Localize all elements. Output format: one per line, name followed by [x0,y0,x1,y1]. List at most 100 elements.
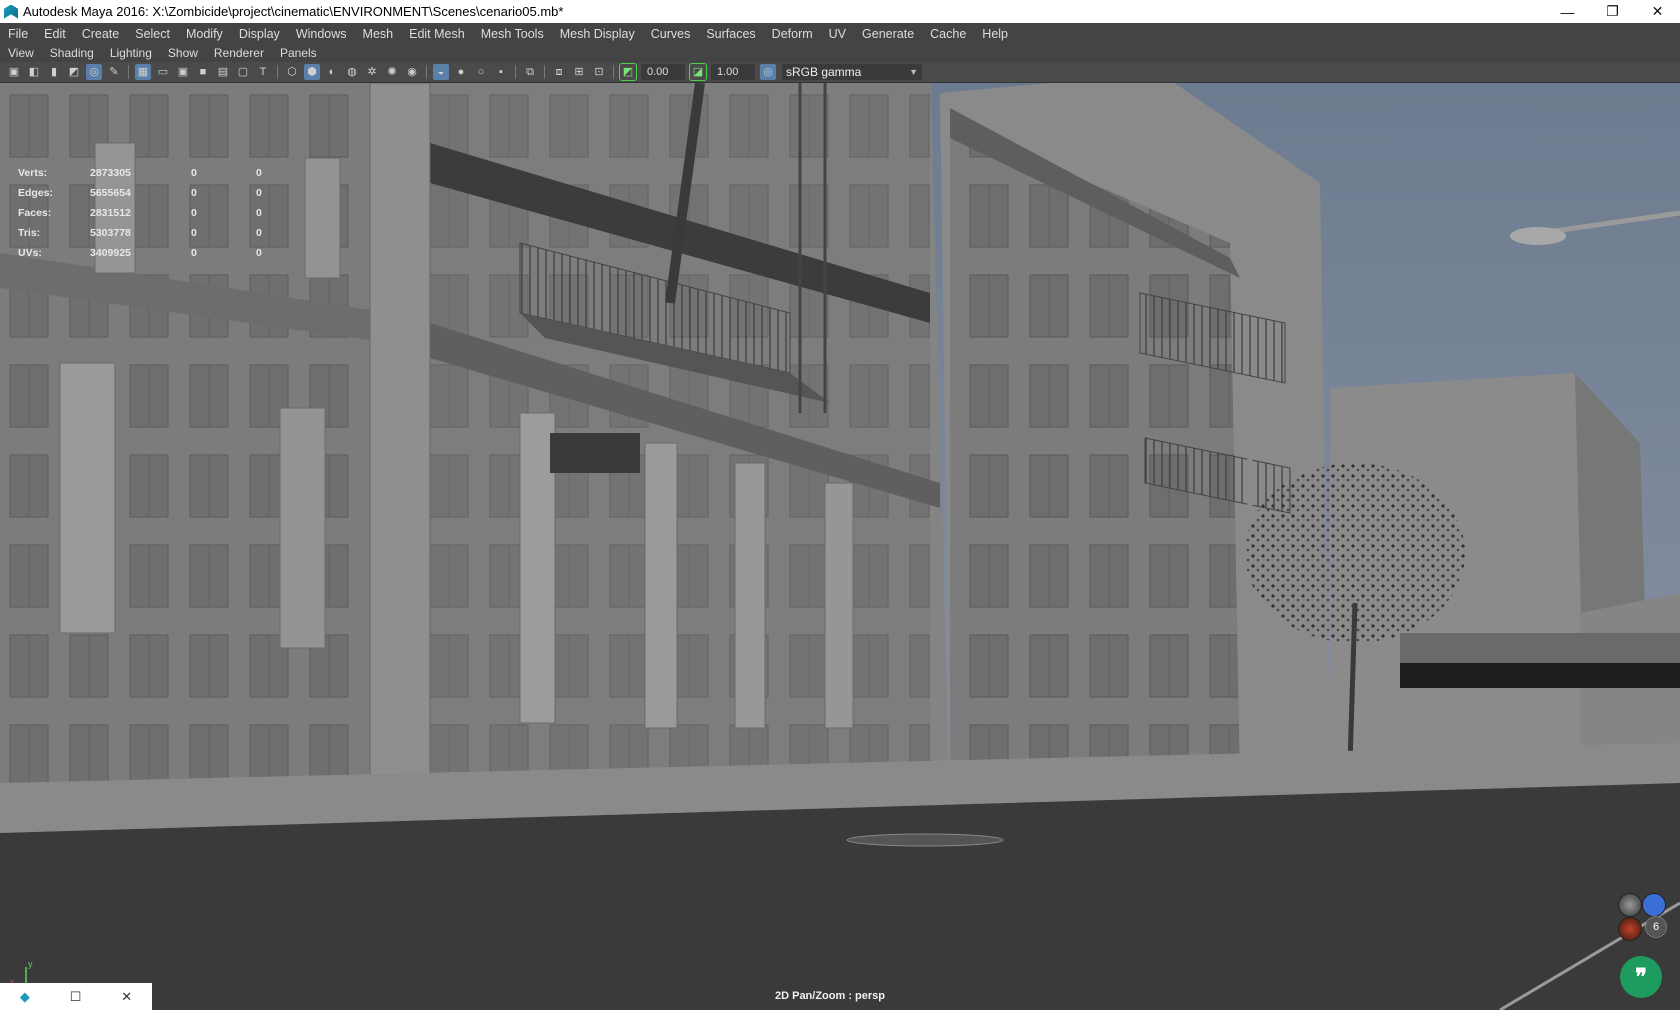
hud-row-edges: Edges: 5655654 0 0 [18,187,262,199]
menu-curves[interactable]: Curves [643,27,699,41]
wireframe-on-shaded-icon[interactable]: ◍ [344,64,360,80]
toolbar-divider [544,65,545,79]
close-icon[interactable]: ✕ [121,989,132,1005]
depth-of-field-icon[interactable]: ▪ [493,64,509,80]
panel-menu-panels[interactable]: Panels [272,46,325,60]
minimize-button[interactable]: — [1545,0,1590,23]
wireframe-icon[interactable]: ⬡ [284,64,300,80]
floating-window-thumbnail[interactable]: ◆ ☐ ✕ [0,983,152,1010]
default-material-icon[interactable]: ◐ [324,64,340,80]
isolate-select-icon[interactable]: ⧉ [522,64,538,80]
menu-uv[interactable]: UV [821,27,854,41]
textured-icon[interactable]: ✲ [364,64,380,80]
camera-label: 2D Pan/Zoom : persp [774,990,886,1002]
smooth-shade-icon[interactable]: ⬢ [304,64,320,80]
menu-edit-mesh[interactable]: Edit Mesh [401,27,473,41]
anti-aliasing-icon[interactable]: ○ [473,64,489,80]
toolbar-divider [515,65,516,79]
menu-edit[interactable]: Edit [36,27,74,41]
poly-count-hud: Verts: 2873305 0 0 Edges: 5655654 0 0 Fa… [18,167,298,267]
toolbar-divider [128,65,129,79]
menu-modify[interactable]: Modify [178,27,231,41]
menu-surfaces[interactable]: Surfaces [698,27,763,41]
maximize-icon[interactable]: ☐ [70,989,82,1005]
pan-zoom-icon[interactable]: ◎ [86,64,102,80]
safe-action-icon[interactable]: ▢ [235,64,251,80]
menu-windows[interactable]: Windows [288,27,355,41]
exposure-icon[interactable]: ◩ [619,63,637,81]
chevron-down-icon: ▼ [909,67,918,77]
street-lamp-head [1510,227,1566,245]
close-button[interactable]: ✕ [1635,0,1680,23]
pilaster [369,83,431,804]
safe-title-icon[interactable]: T [255,64,271,80]
resolution-gate-icon[interactable]: ▣ [175,64,191,80]
column [279,407,326,649]
hud-row-verts: Verts: 2873305 0 0 [18,167,262,179]
grease-pencil-icon[interactable]: ✎ [106,64,122,80]
shadows-icon[interactable]: ◉ [404,64,420,80]
hud-row-uvs: UVs: 3409925 0 0 [18,247,262,259]
xray-components-icon[interactable]: ⊡ [591,64,607,80]
avatar[interactable] [1618,893,1642,917]
panel-menu-shading[interactable]: Shading [42,46,102,60]
menu-help[interactable]: Help [974,27,1016,41]
menu-mesh-tools[interactable]: Mesh Tools [473,27,552,41]
overpass [1400,633,1680,663]
toolbar-divider [277,65,278,79]
column [824,482,854,729]
column [644,442,678,729]
upper-column [304,157,341,279]
menu-create[interactable]: Create [74,27,128,41]
motion-blur-icon[interactable]: ● [453,64,469,80]
maya-logo-icon [4,4,18,19]
toolbar-divider [426,65,427,79]
color-management-icon[interactable]: ◎ [760,64,776,80]
field-chart-icon[interactable]: ▤ [215,64,231,80]
lights-icon[interactable]: ✺ [384,64,400,80]
bookmark-icon[interactable]: ▮ [46,64,62,80]
notification-badge[interactable]: 6 [1645,916,1667,938]
menu-mesh[interactable]: Mesh [355,27,402,41]
hud-row-faces: Faces: 2831512 0 0 [18,207,262,219]
view-transform-value: sRGB gamma [786,65,862,79]
menu-file[interactable]: File [0,27,36,41]
view-transform-dropdown[interactable]: sRGB gamma ▼ [782,64,922,80]
exposure-field[interactable]: 0.00 [641,64,685,80]
image-plane-icon[interactable]: ◩ [66,64,82,80]
chat-button[interactable]: ❞ [1620,956,1662,998]
panel-menu-bar: View Shading Lighting Show Renderer Pane… [0,43,1680,63]
gamma-icon[interactable]: ◪ [689,63,707,81]
manhole [846,833,1004,847]
menu-mesh-display[interactable]: Mesh Display [552,27,643,41]
menu-select[interactable]: Select [127,27,178,41]
restore-button[interactable]: ❐ [1590,0,1635,23]
title-bar: Autodesk Maya 2016: X:\Zombicide\project… [0,0,1680,23]
menu-cache[interactable]: Cache [922,27,974,41]
xray-icon[interactable]: ⧈ [551,64,567,80]
window-title: Autodesk Maya 2016: X:\Zombicide\project… [23,4,564,19]
panel-menu-lighting[interactable]: Lighting [102,46,160,60]
menu-deform[interactable]: Deform [764,27,821,41]
gate-mask-icon[interactable]: ■ [195,64,211,80]
xray-joints-icon[interactable]: ⊞ [571,64,587,80]
column [59,362,116,634]
toolbar-divider [613,65,614,79]
avatar[interactable] [1618,917,1642,941]
select-camera-icon[interactable]: ▣ [6,64,22,80]
perspective-viewport[interactable]: Verts: 2873305 0 0 Edges: 5655654 0 0 Fa… [0,83,1680,1010]
maya-window-icon[interactable]: ◆ [20,989,30,1005]
menu-display[interactable]: Display [231,27,288,41]
grid-icon[interactable]: ▦ [135,64,151,80]
panel-menu-renderer[interactable]: Renderer [206,46,272,60]
hud-row-tris: Tris: 5303778 0 0 [18,227,262,239]
avatar[interactable] [1642,893,1666,917]
overpass-shadow [1400,663,1680,688]
film-gate-icon[interactable]: ▭ [155,64,171,80]
panel-menu-show[interactable]: Show [160,46,206,60]
camera-attributes-icon[interactable]: ◧ [26,64,42,80]
menu-generate[interactable]: Generate [854,27,922,41]
panel-menu-view[interactable]: View [0,46,42,60]
ambient-occlusion-icon[interactable]: ◒ [433,64,449,80]
gamma-field[interactable]: 1.00 [711,64,755,80]
